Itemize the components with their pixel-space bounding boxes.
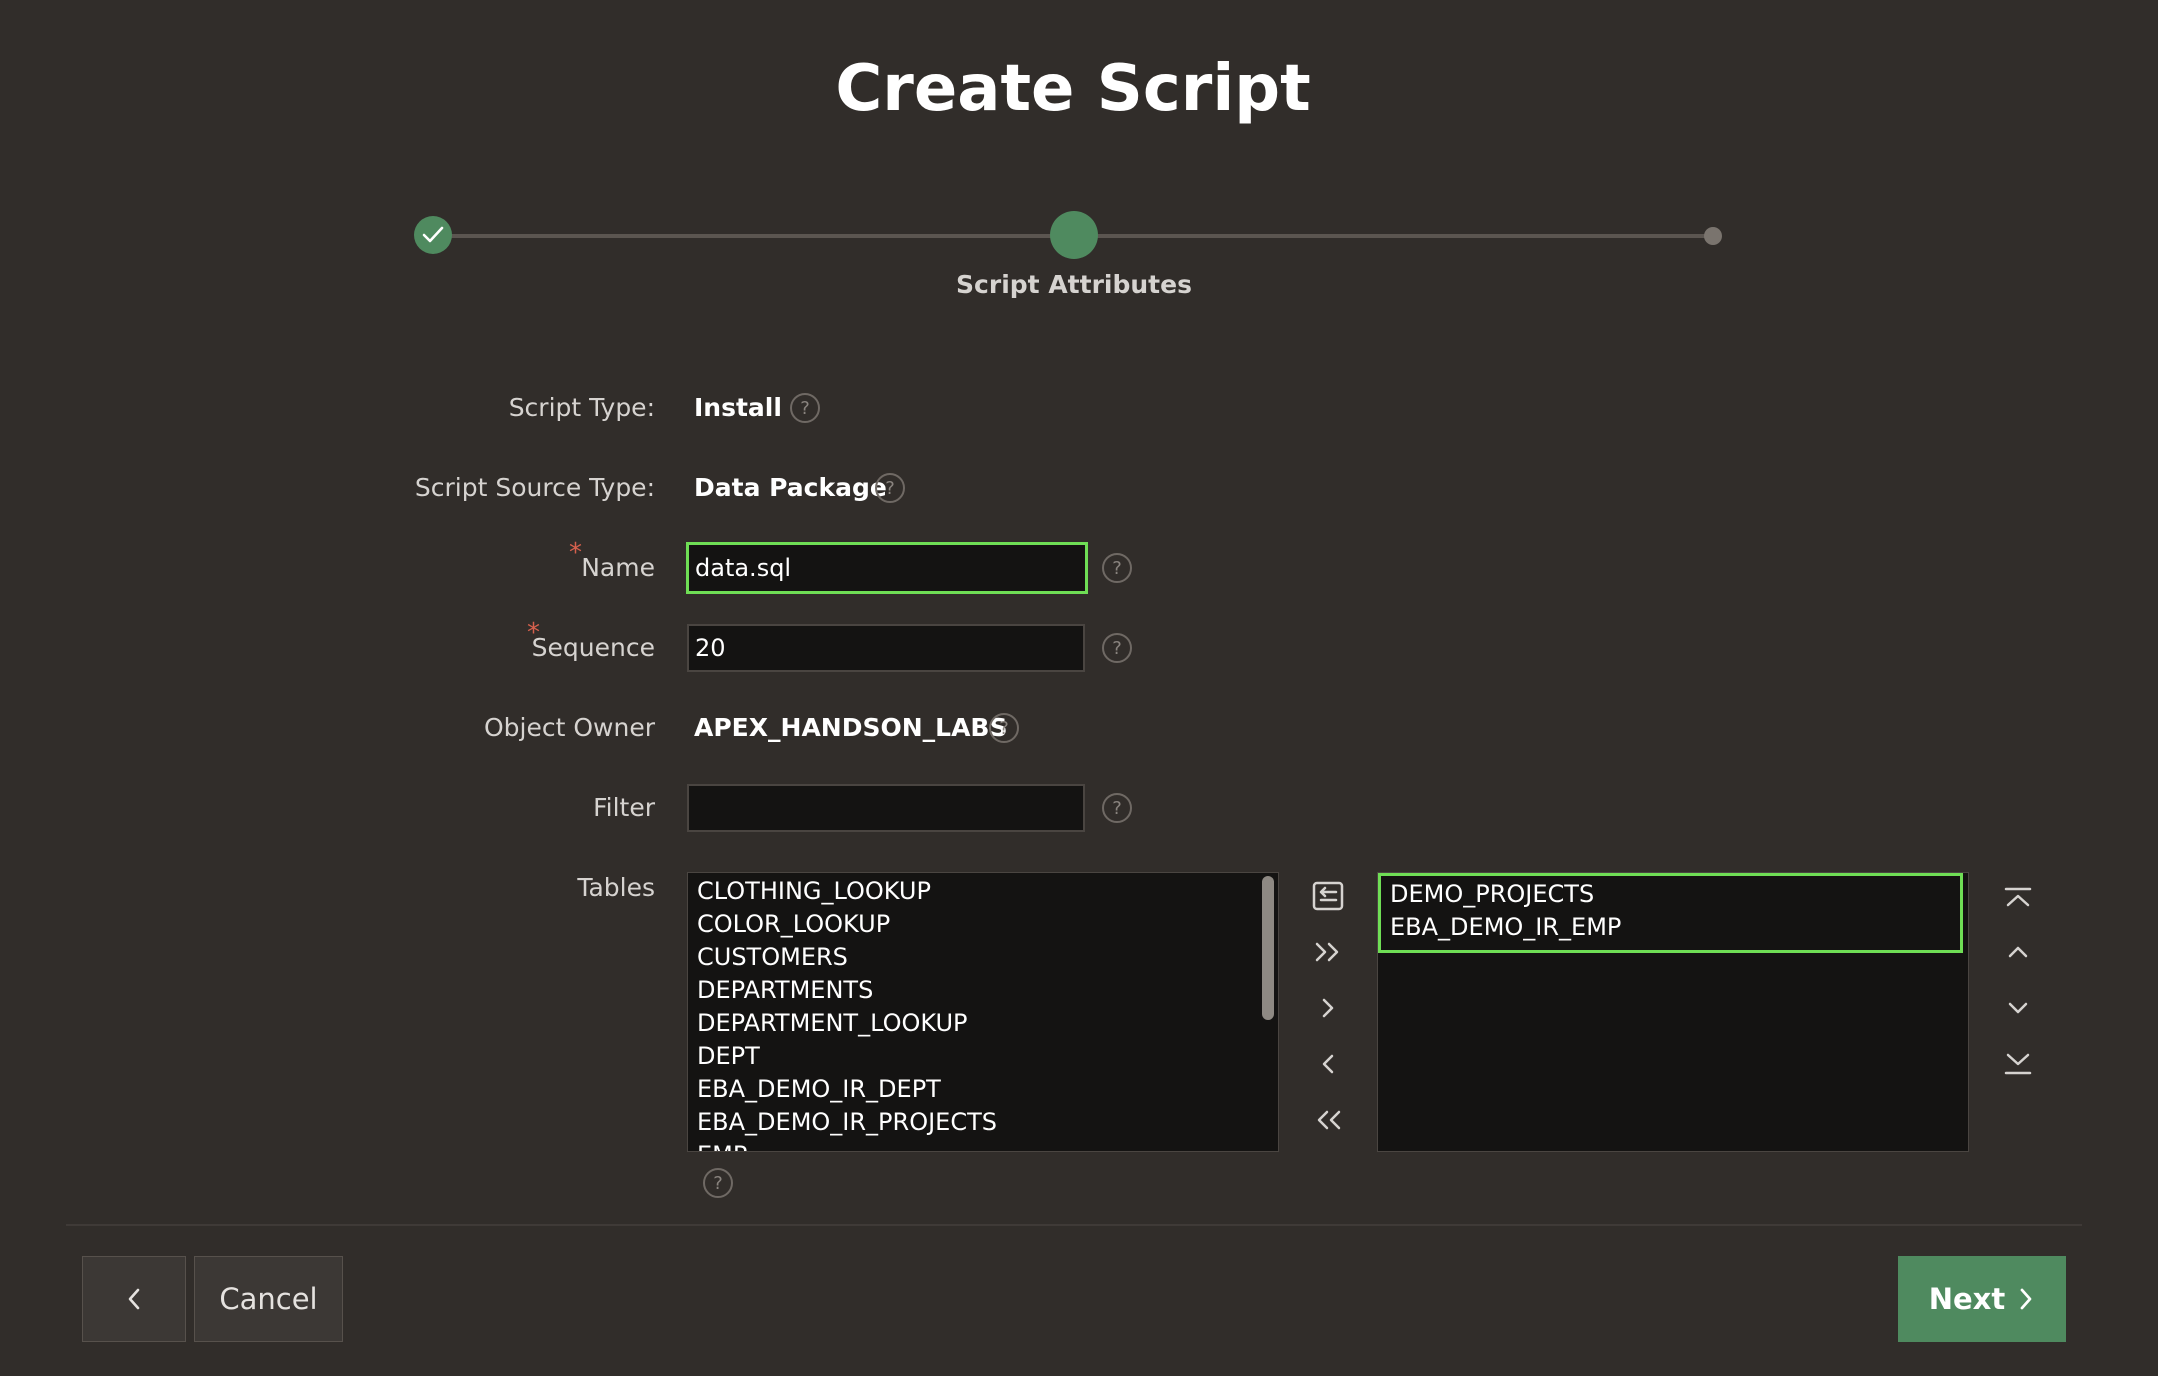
script-type-value: Install: [694, 393, 782, 422]
page-title: Create Script: [835, 52, 1311, 126]
list-item[interactable]: DEPT: [688, 1040, 1278, 1073]
move-top-icon: [2004, 887, 2032, 907]
list-item[interactable]: CUSTOMERS: [688, 941, 1278, 974]
list-item[interactable]: EBA_DEMO_IR_PROJECTS: [688, 1106, 1278, 1139]
checkmark-icon: [422, 226, 444, 243]
sequence-input[interactable]: [687, 624, 1085, 672]
footer-divider: [66, 1224, 2082, 1226]
move-right-button[interactable]: [1306, 986, 1350, 1030]
list-item[interactable]: EBA_DEMO_IR_EMP: [1381, 911, 1960, 944]
sequence-help-icon[interactable]: ?: [1102, 633, 1132, 663]
wizard-step-completed: [414, 216, 452, 254]
sequence-label: Sequence: [531, 633, 655, 662]
chevron-up-icon: [2008, 946, 2028, 958]
move-up-button[interactable]: [1996, 930, 2040, 974]
wizard-step-current: [1050, 211, 1098, 259]
move-all-right-button[interactable]: [1306, 930, 1350, 974]
chevron-down-icon: [2008, 1002, 2028, 1014]
chevron-right-icon: [2020, 1288, 2032, 1310]
script-source-type-value: Data Package: [694, 473, 887, 502]
chevron-left-icon: [128, 1288, 140, 1310]
object-owner-value: APEX_HANDSON_LABS: [694, 713, 1008, 742]
double-chevron-left-icon: [1317, 1110, 1341, 1130]
cancel-button[interactable]: Cancel: [194, 1256, 343, 1342]
list-item[interactable]: DEPARTMENTS: [688, 974, 1278, 1007]
name-input[interactable]: [686, 542, 1088, 594]
move-all-left-button[interactable]: [1306, 1098, 1350, 1142]
next-button[interactable]: Next: [1898, 1256, 2066, 1342]
name-help-icon[interactable]: ?: [1102, 553, 1132, 583]
object-owner-help-icon[interactable]: ?: [989, 713, 1019, 743]
move-left-button[interactable]: [1306, 1042, 1350, 1086]
available-list-scrollbar[interactable]: [1262, 876, 1274, 1020]
list-item[interactable]: COLOR_LOOKUP: [688, 908, 1278, 941]
move-bottom-icon: [2004, 1053, 2032, 1075]
script-type-label: Script Type:: [508, 393, 655, 422]
list-item[interactable]: EBA_DEMO_IR_DEPT: [688, 1073, 1278, 1106]
name-label: Name: [581, 553, 655, 582]
selected-items-group: DEMO_PROJECTS EBA_DEMO_IR_EMP: [1378, 873, 1963, 953]
wizard-step-next: [1704, 227, 1722, 245]
double-chevron-right-icon: [1315, 942, 1339, 962]
move-top-button[interactable]: [1996, 878, 2040, 922]
filter-help-icon[interactable]: ?: [1102, 793, 1132, 823]
next-button-label: Next: [1928, 1282, 2006, 1316]
previous-button[interactable]: [82, 1256, 186, 1342]
script-source-type-help-icon[interactable]: ?: [875, 473, 905, 503]
reset-button[interactable]: [1306, 874, 1350, 918]
script-type-help-icon[interactable]: ?: [790, 393, 820, 423]
tables-label: Tables: [577, 873, 655, 902]
chevron-right-icon: [1322, 998, 1334, 1018]
move-bottom-button[interactable]: [1996, 1040, 2040, 1084]
filter-input[interactable]: [687, 784, 1085, 832]
reset-icon: [1312, 881, 1344, 911]
list-item[interactable]: CLOTHING_LOOKUP: [688, 875, 1278, 908]
selected-tables-list[interactable]: DEMO_PROJECTS EBA_DEMO_IR_EMP: [1377, 872, 1969, 1152]
object-owner-label: Object Owner: [484, 713, 655, 742]
list-item[interactable]: DEMO_PROJECTS: [1381, 878, 1960, 911]
script-source-type-label: Script Source Type:: [414, 473, 655, 502]
available-tables-list[interactable]: CLOTHING_LOOKUP COLOR_LOOKUP CUSTOMERS D…: [687, 872, 1279, 1152]
chevron-left-icon: [1322, 1054, 1334, 1074]
list-item[interactable]: DEPARTMENT_LOOKUP: [688, 1007, 1278, 1040]
tables-help-icon[interactable]: ?: [703, 1168, 733, 1198]
wizard-step-label: Script Attributes: [956, 270, 1192, 299]
list-item[interactable]: EMP: [688, 1139, 1278, 1151]
move-down-button[interactable]: [1996, 986, 2040, 1030]
filter-label: Filter: [593, 793, 655, 822]
